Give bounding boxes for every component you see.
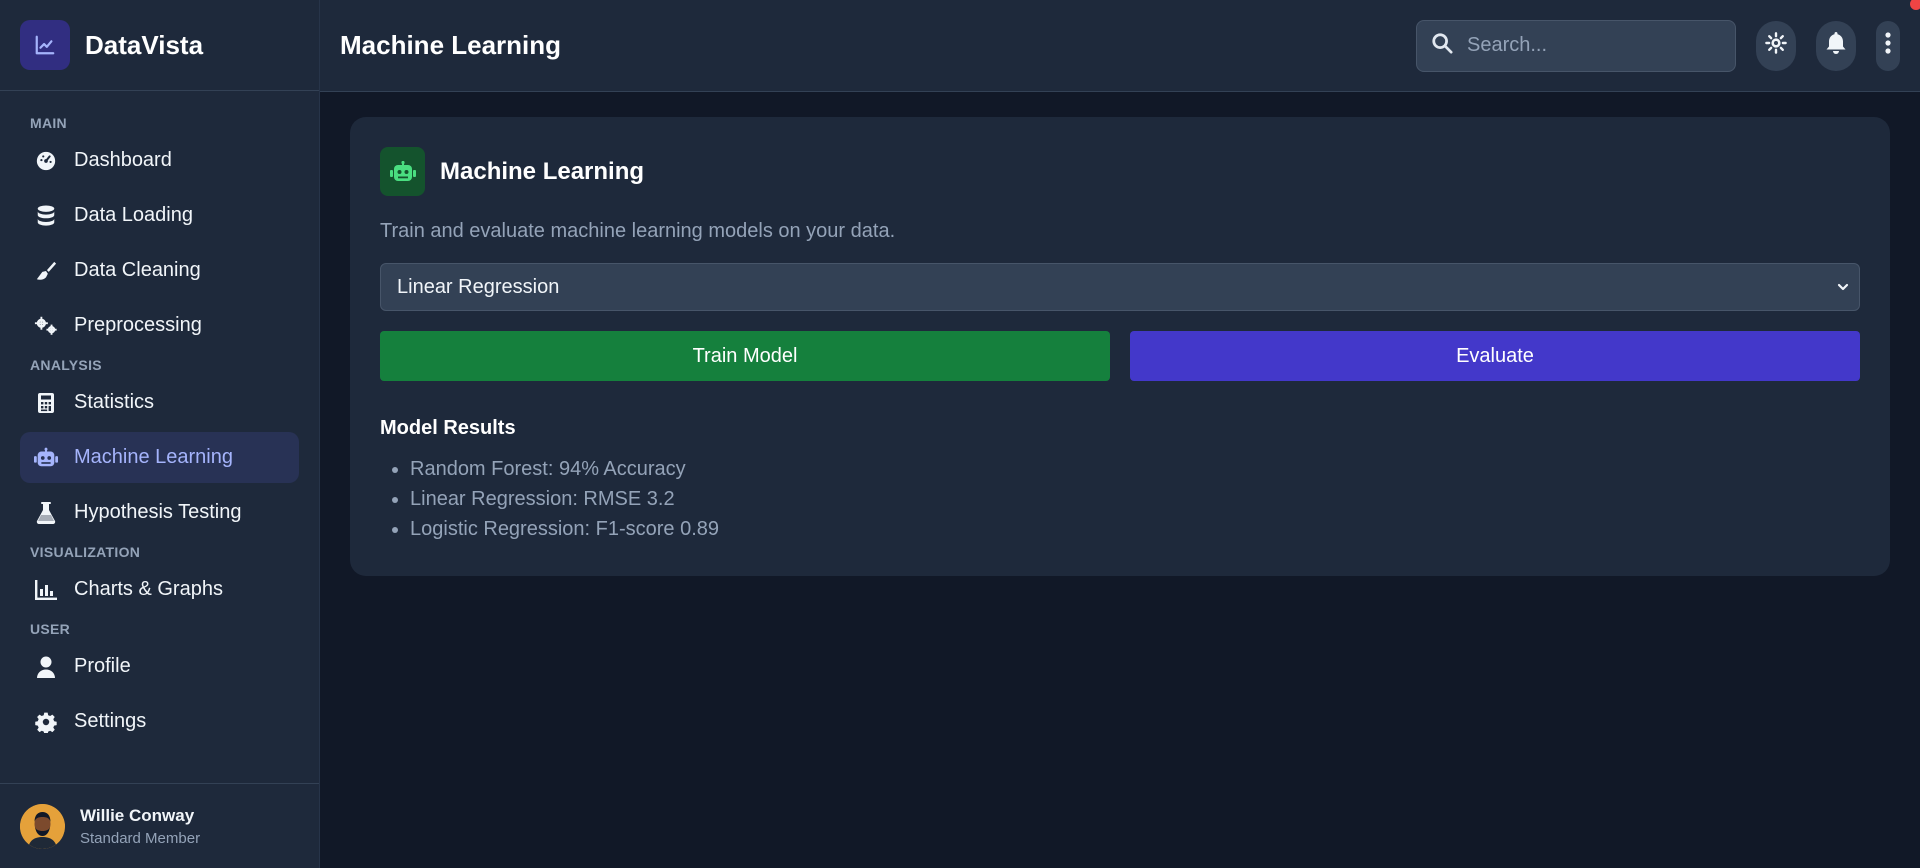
user-icon <box>34 655 58 679</box>
train-model-button[interactable]: Train Model <box>380 331 1110 381</box>
model-select[interactable]: Linear Regression <box>380 263 1860 311</box>
sidebar-item-hypothesis-testing[interactable]: Hypothesis Testing <box>20 487 299 538</box>
sidebar-item-data-cleaning[interactable]: Data Cleaning <box>20 245 299 296</box>
user-name: Willie Conway <box>80 805 195 825</box>
model-select-wrapper: Linear Regression <box>380 263 1860 311</box>
bell-icon <box>1826 32 1846 59</box>
search-input[interactable] <box>1467 34 1707 57</box>
gear-icon <box>34 710 58 734</box>
brand[interactable]: DataVista <box>0 0 319 91</box>
results-list: Random Forest: 94% Accuracy Linear Regre… <box>380 454 1860 544</box>
evaluate-button[interactable]: Evaluate <box>1130 331 1860 381</box>
sidebar-item-label: Statistics <box>74 391 155 413</box>
list-item: Linear Regression: RMSE 3.2 <box>410 484 1860 514</box>
page-title: Machine Learning <box>340 30 562 60</box>
sidebar: DataVista MAIN Dashboard Data Loading Da… <box>0 0 320 868</box>
user-profile[interactable]: Willie Conway Standard Member <box>0 783 319 868</box>
theme-toggle-button[interactable] <box>1756 20 1796 71</box>
avatar <box>20 803 65 849</box>
list-item: Logistic Regression: F1-score 0.89 <box>410 514 1860 544</box>
app-root: DataVista MAIN Dashboard Data Loading Da… <box>0 0 1920 868</box>
sidebar-item-preprocessing[interactable]: Preprocessing <box>20 300 299 351</box>
sidebar-item-label: Preprocessing <box>74 314 202 336</box>
section-label-user: USER <box>30 621 71 637</box>
ml-card: Machine Learning Train and evaluate mach… <box>350 117 1890 576</box>
section-label-visualization: VISUALIZATION <box>30 544 141 560</box>
flask-icon <box>34 501 58 525</box>
sidebar-nav: MAIN Dashboard Data Loading Data Cleanin… <box>0 91 319 783</box>
sidebar-item-dashboard[interactable]: Dashboard <box>20 135 299 186</box>
more-vertical-icon <box>1885 32 1891 59</box>
sidebar-item-label: Hypothesis Testing <box>74 501 242 523</box>
chart-line-icon <box>20 20 70 70</box>
sidebar-item-label: Machine Learning <box>74 446 233 468</box>
robot-icon <box>34 446 58 470</box>
topbar: Machine Learning <box>320 0 1920 92</box>
sidebar-item-label: Settings <box>74 710 147 732</box>
sidebar-item-label: Data Loading <box>74 204 193 226</box>
sidebar-item-machine-learning[interactable]: Machine Learning <box>20 432 299 483</box>
sun-icon <box>1765 32 1787 59</box>
topbar-actions <box>1416 19 1900 72</box>
action-buttons: Train Model Evaluate <box>380 331 1860 381</box>
section-label-analysis: ANALYSIS <box>30 357 102 373</box>
brand-name: DataVista <box>85 29 204 60</box>
sidebar-item-data-loading[interactable]: Data Loading <box>20 190 299 241</box>
card-header: Machine Learning <box>380 147 1860 196</box>
database-icon <box>34 204 58 228</box>
sidebar-item-statistics[interactable]: Statistics <box>20 377 299 428</box>
section-label-main: MAIN <box>30 115 67 131</box>
sidebar-item-settings[interactable]: Settings <box>20 696 299 747</box>
user-role: Standard Member <box>80 829 201 847</box>
sidebar-item-label: Dashboard <box>74 149 172 171</box>
calculator-icon <box>34 391 58 415</box>
card-description: Train and evaluate machine learning mode… <box>380 220 896 242</box>
list-item: Random Forest: 94% Accuracy <box>410 454 1860 484</box>
notification-badge <box>1910 0 1920 10</box>
broom-icon <box>34 259 58 283</box>
sidebar-item-charts-graphs[interactable]: Charts & Graphs <box>20 564 299 615</box>
sidebar-item-label: Charts & Graphs <box>74 578 223 600</box>
notifications-button[interactable] <box>1816 20 1856 71</box>
content: Machine Learning Train and evaluate mach… <box>320 92 1920 601</box>
chart-bar-icon <box>34 578 58 602</box>
cogs-icon <box>34 314 58 338</box>
robot-icon <box>380 147 425 196</box>
results-title: Model Results <box>380 417 516 439</box>
search-icon <box>1431 32 1453 59</box>
gauge-icon <box>34 149 58 173</box>
sidebar-item-profile[interactable]: Profile <box>20 641 299 692</box>
card-title: Machine Learning <box>440 157 645 185</box>
main-area: Machine Learning Search... Machine Learn… <box>320 0 1920 868</box>
search-box[interactable] <box>1416 19 1736 72</box>
more-options-button[interactable] <box>1876 20 1900 71</box>
sidebar-item-label: Data Cleaning <box>74 259 201 281</box>
sidebar-item-label: Profile <box>74 655 131 677</box>
